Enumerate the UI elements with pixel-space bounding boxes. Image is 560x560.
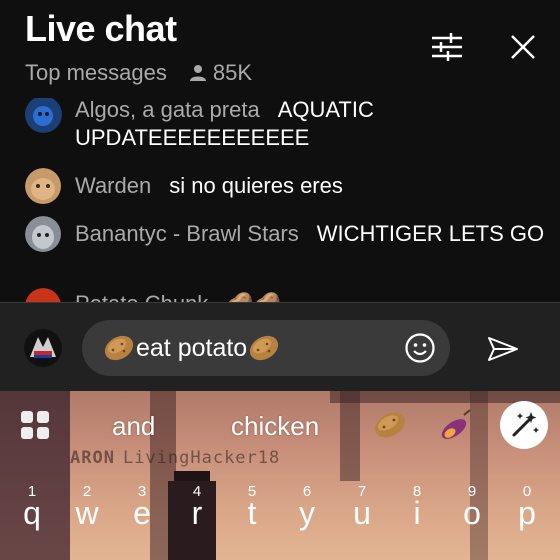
- potato-emoji-icon: [375, 412, 405, 438]
- send-icon: [488, 337, 518, 361]
- viewer-count: 85K: [189, 60, 252, 86]
- on-screen-keyboard: ARON LivingHacker18 and chicken 1q 2w 3e …: [0, 391, 560, 560]
- sliders-icon: [432, 33, 462, 61]
- emoji-button[interactable]: [404, 332, 436, 364]
- key-u[interactable]: 7u: [342, 483, 382, 533]
- chat-message-list[interactable]: Algos, a gata preta AQUATIC UPDATEEEEEEEE…: [0, 98, 560, 302]
- avatar[interactable]: [25, 168, 62, 205]
- message-text: WICHTIGER LETS GO: [316, 221, 545, 246]
- key-q[interactable]: 1q: [12, 483, 52, 533]
- message-author[interactable]: Banantyc - Brawl Stars: [75, 221, 299, 246]
- sweet-potato-emoji-icon: [441, 409, 471, 439]
- key-p[interactable]: 0p: [507, 483, 547, 533]
- avatar[interactable]: [25, 98, 62, 133]
- message-input[interactable]: eat potato: [82, 320, 450, 376]
- message-text: si no quieres eres: [169, 173, 343, 198]
- message-author[interactable]: Algos, a gata preta: [75, 98, 260, 122]
- suggestion-emoji-potato[interactable]: [372, 407, 408, 443]
- smiley-icon: [405, 333, 435, 363]
- magic-compose-button[interactable]: [500, 401, 548, 449]
- potato-emoji-icon: [104, 335, 134, 361]
- message-input-text: eat potato: [136, 333, 248, 362]
- suggestion-and[interactable]: and: [112, 411, 155, 442]
- filter-button[interactable]: [430, 30, 464, 64]
- viewer-count-value: 85K: [212, 60, 253, 85]
- chat-mode-label: Top messages: [25, 60, 167, 85]
- message-composer: eat potato: [0, 303, 560, 391]
- keyboard-menu-button[interactable]: [20, 410, 50, 440]
- chat-header: Live chat Top messages 85K: [0, 0, 560, 98]
- person-icon: [189, 65, 206, 81]
- key-t[interactable]: 5t: [232, 483, 272, 533]
- key-o[interactable]: 9o: [452, 483, 492, 533]
- page-title: Live chat: [25, 8, 177, 49]
- key-i[interactable]: 8i: [397, 483, 437, 533]
- keyboard-background-text: ARON LivingHacker18: [70, 448, 281, 468]
- key-w[interactable]: 2w: [67, 483, 107, 533]
- key-e[interactable]: 3e: [122, 483, 162, 533]
- send-button[interactable]: [486, 335, 520, 363]
- chat-mode-selector[interactable]: Top messages 85K: [25, 60, 252, 86]
- avatar[interactable]: [25, 288, 62, 302]
- user-avatar[interactable]: [24, 329, 62, 367]
- message-author[interactable]: Warden: [75, 173, 151, 198]
- message-author[interactable]: Potato Chunk: [75, 291, 208, 302]
- suggestion-emoji-sweet-potato[interactable]: [438, 407, 474, 443]
- potato-emoji-icon: [250, 335, 279, 361]
- key-y[interactable]: 6y: [287, 483, 327, 533]
- suggestion-chicken[interactable]: chicken: [231, 411, 319, 442]
- magic-wand-icon: [512, 412, 539, 437]
- close-icon: [511, 35, 535, 59]
- grid-icon: [21, 411, 49, 439]
- close-button[interactable]: [508, 30, 538, 64]
- avatar[interactable]: [25, 216, 62, 253]
- key-r[interactable]: 4r: [177, 483, 217, 533]
- message-text: 🥔🥔: [226, 291, 281, 302]
